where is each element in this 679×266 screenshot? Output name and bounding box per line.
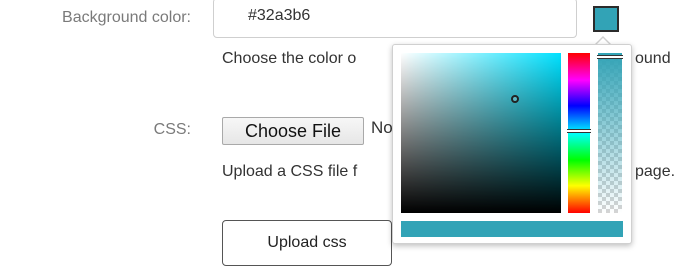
saturation-value-cursor[interactable] (511, 95, 519, 103)
choose-file-button[interactable]: Choose File (222, 117, 364, 145)
background-color-input-wrapper[interactable] (213, 0, 577, 38)
saturation-value-area[interactable] (401, 53, 561, 213)
background-color-help-text-tail: ound (635, 50, 671, 67)
no-file-chosen-text: No (371, 118, 393, 137)
color-swatch-button[interactable] (593, 6, 619, 32)
alpha-gradient (598, 53, 622, 213)
css-label: CSS: (153, 121, 191, 138)
hue-slider[interactable] (568, 53, 590, 213)
background-color-input[interactable] (248, 7, 548, 25)
alpha-slider-handle[interactable] (597, 55, 623, 59)
upload-css-button[interactable]: Upload css (222, 220, 392, 266)
css-help-text-tail: page. (635, 163, 676, 180)
css-help-text: Upload a CSS file f (222, 163, 358, 180)
alpha-slider[interactable] (598, 53, 622, 213)
background-color-label: Background color: (62, 9, 191, 26)
color-picker-popover (392, 44, 632, 244)
background-color-help-text: Choose the color o (222, 50, 357, 67)
hue-slider-handle[interactable] (567, 129, 591, 133)
color-preview-bar (401, 221, 623, 237)
